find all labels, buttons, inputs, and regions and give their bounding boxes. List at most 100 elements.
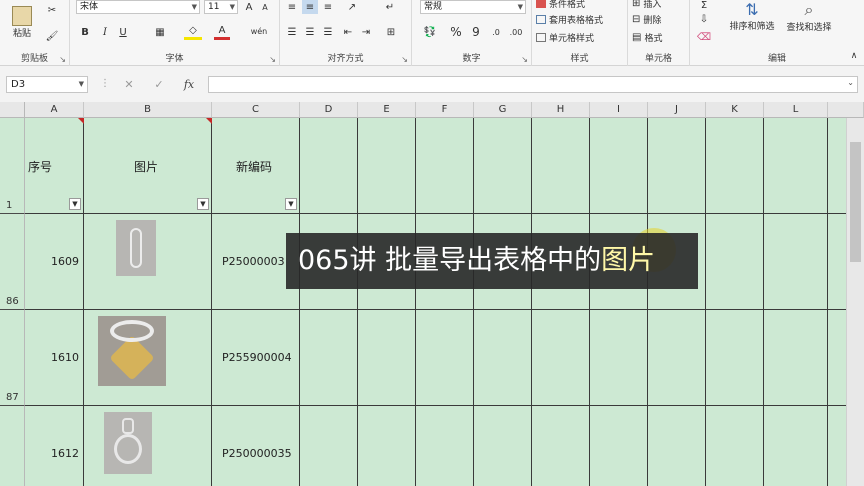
row-header[interactable]: 87: [0, 310, 25, 406]
merge-center-icon[interactable]: ⊞: [380, 24, 402, 40]
empty-cell[interactable]: [300, 406, 358, 486]
product-thumbnail[interactable]: [116, 220, 156, 276]
font-name-select[interactable]: 宋体 ▼: [76, 0, 200, 14]
wrap-text-icon[interactable]: ↵: [380, 0, 400, 14]
format-button[interactable]: ▤ 格式: [632, 30, 688, 44]
paste-button[interactable]: 粘贴: [6, 2, 38, 42]
font-launcher-icon[interactable]: ↘: [269, 55, 276, 64]
column-header-d[interactable]: D: [300, 102, 358, 118]
empty-cell[interactable]: [416, 118, 474, 214]
column-header-g[interactable]: G: [474, 102, 532, 118]
align-center-icon[interactable]: ☰: [302, 24, 318, 40]
fill-icon[interactable]: ⇩: [696, 12, 712, 26]
align-bottom-icon[interactable]: ≡: [320, 0, 336, 14]
image-cell[interactable]: [84, 214, 212, 310]
empty-cell[interactable]: [764, 406, 828, 486]
product-thumbnail[interactable]: [98, 316, 166, 386]
empty-cell[interactable]: [416, 406, 474, 486]
decrease-decimal-icon[interactable]: .00: [508, 24, 524, 40]
font-color-icon[interactable]: A: [214, 24, 230, 40]
phonetic-button[interactable]: wén: [248, 22, 270, 40]
empty-cell[interactable]: [474, 118, 532, 214]
expand-formula-icon[interactable]: ⌄: [847, 78, 854, 87]
header-cell-seq[interactable]: 序号 ▼: [25, 118, 84, 214]
format-painter-icon[interactable]: 🖌: [44, 30, 60, 42]
italic-button[interactable]: I: [98, 24, 112, 40]
clear-icon[interactable]: ⌫: [696, 30, 712, 44]
image-cell[interactable]: [84, 406, 212, 486]
increase-indent-icon[interactable]: ⇥: [358, 24, 374, 40]
align-top-icon[interactable]: ≡: [284, 0, 300, 14]
empty-cell[interactable]: [648, 310, 706, 406]
seq-cell[interactable]: 1612: [25, 406, 84, 486]
column-header-h[interactable]: H: [532, 102, 590, 118]
column-header-blank[interactable]: [828, 102, 864, 118]
empty-cell[interactable]: [706, 310, 764, 406]
align-right-icon[interactable]: ☰: [320, 24, 336, 40]
align-left-icon[interactable]: ☰: [284, 24, 300, 40]
image-cell[interactable]: [84, 310, 212, 406]
column-header-k[interactable]: K: [706, 102, 764, 118]
column-header-j[interactable]: J: [648, 102, 706, 118]
clipboard-launcher-icon[interactable]: ↘: [59, 55, 66, 64]
formula-input[interactable]: ⌄: [208, 76, 858, 93]
seq-cell[interactable]: 1609: [25, 214, 84, 310]
insert-function-button[interactable]: fx: [176, 76, 202, 93]
seq-cell[interactable]: 1610: [25, 310, 84, 406]
borders-icon[interactable]: ▦: [152, 24, 168, 40]
enter-icon[interactable]: ✓: [146, 76, 172, 93]
empty-cell[interactable]: [648, 406, 706, 486]
empty-cell[interactable]: [300, 310, 358, 406]
sort-filter-button[interactable]: ⇅ 排序和筛选: [724, 0, 780, 36]
row-header[interactable]: [0, 406, 25, 486]
increase-decimal-icon[interactable]: .0: [488, 24, 504, 40]
row-header[interactable]: 1: [0, 118, 25, 214]
column-header-a[interactable]: A: [25, 102, 84, 118]
delete-button[interactable]: ⊟ 删除: [632, 12, 688, 26]
column-header-f[interactable]: F: [416, 102, 474, 118]
empty-cell[interactable]: [532, 406, 590, 486]
empty-cell[interactable]: [764, 214, 828, 310]
bold-button[interactable]: B: [78, 24, 92, 40]
number-format-select[interactable]: 常规 ▼: [420, 0, 526, 14]
autosum-icon[interactable]: Σ: [696, 0, 712, 12]
cut-icon[interactable]: ✂: [44, 4, 60, 16]
empty-cell[interactable]: [706, 214, 764, 310]
column-header-i[interactable]: I: [590, 102, 648, 118]
scrollbar-thumb[interactable]: [850, 142, 861, 262]
empty-cell[interactable]: [648, 118, 706, 214]
fill-color-icon[interactable]: ◇: [184, 24, 202, 40]
empty-cell[interactable]: [590, 118, 648, 214]
empty-cell[interactable]: [474, 310, 532, 406]
insert-button[interactable]: ⊞ 插入: [632, 0, 688, 10]
product-thumbnail[interactable]: [104, 412, 152, 474]
underline-button[interactable]: U: [116, 24, 130, 40]
percent-button[interactable]: %: [448, 24, 464, 40]
empty-cell[interactable]: [764, 118, 828, 214]
row-header[interactable]: 86: [0, 214, 25, 310]
header-cell-code[interactable]: 新编码 ▼: [212, 118, 300, 214]
empty-cell[interactable]: [706, 118, 764, 214]
cancel-icon[interactable]: ✕: [116, 76, 142, 93]
decrease-indent-icon[interactable]: ⇤: [340, 24, 356, 40]
empty-cell[interactable]: [474, 406, 532, 486]
empty-cell[interactable]: [416, 310, 474, 406]
conditional-format-button[interactable]: 条件格式: [536, 0, 626, 10]
header-cell-image[interactable]: 图片 ▼: [84, 118, 212, 214]
find-select-button[interactable]: ⌕ 查找和选择: [780, 0, 838, 36]
column-header-b[interactable]: B: [84, 102, 212, 118]
font-size-select[interactable]: 11 ▼: [204, 0, 238, 14]
filter-dropdown-icon[interactable]: ▼: [197, 198, 209, 210]
empty-cell[interactable]: [358, 118, 416, 214]
code-cell[interactable]: P255900004: [212, 310, 300, 406]
empty-cell[interactable]: [590, 310, 648, 406]
empty-cell[interactable]: [358, 406, 416, 486]
empty-cell[interactable]: [590, 406, 648, 486]
empty-cell[interactable]: [532, 310, 590, 406]
name-box[interactable]: D3 ▼: [6, 76, 88, 93]
increase-font-icon[interactable]: A: [242, 0, 256, 14]
orientation-icon[interactable]: ↗: [342, 0, 362, 14]
code-cell[interactable]: P250000035: [212, 406, 300, 486]
align-middle-icon[interactable]: ≡: [302, 0, 318, 14]
select-all-corner[interactable]: [0, 102, 25, 118]
